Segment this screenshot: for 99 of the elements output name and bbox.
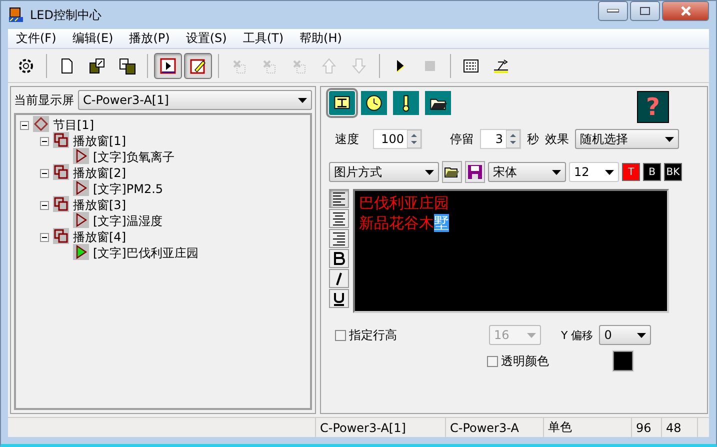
minimize-icon: [607, 9, 619, 13]
window-title: LED控制中心: [30, 6, 102, 24]
maximize-icon: [640, 7, 650, 15]
window-icon: [53, 228, 69, 244]
status-text: C-Power3-A[1]: [316, 418, 446, 437]
play-window-icon: [159, 56, 177, 74]
tree-item[interactable]: [文字]巴伐利亚庄园: [93, 244, 198, 262]
collapse-icon[interactable]: [40, 232, 49, 242]
speed-spinner[interactable]: 100: [373, 129, 422, 149]
up-arrow-icon: [320, 56, 338, 74]
speed-label: 速度: [335, 130, 359, 148]
down-arrow-icon: [350, 56, 368, 74]
italic-button[interactable]: [329, 269, 349, 288]
send-icon: [492, 56, 510, 74]
dropdown-arrow-icon: [605, 170, 614, 174]
stay-label: 停留: [450, 130, 474, 148]
screen-label: 当前显示屏: [14, 92, 74, 108]
color-button[interactable]: B: [643, 163, 661, 181]
screen-dropdown[interactable]: C-Power3-A[1]: [78, 90, 312, 110]
folder-icon: [444, 165, 460, 179]
menu-item[interactable]: 编辑(E): [64, 30, 122, 47]
play-icon: [73, 212, 89, 228]
menu-item[interactable]: 帮助(H): [292, 30, 350, 47]
align-left-button[interactable]: [329, 189, 349, 208]
collapse-icon[interactable]: [20, 120, 29, 130]
align-center-button[interactable]: [329, 209, 349, 228]
folder-tab[interactable]: [425, 91, 451, 115]
transparent-color-checkbox[interactable]: 透明颜色: [487, 352, 549, 370]
window-icon: [53, 196, 69, 212]
tree-item[interactable]: 播放窗[3]: [73, 196, 126, 214]
bold-button[interactable]: [329, 249, 349, 268]
tree-item[interactable]: 播放窗[4]: [73, 228, 126, 246]
play-icon: [73, 148, 89, 164]
clock-tab[interactable]: [361, 91, 387, 115]
seconds-label: 秒: [527, 130, 539, 148]
settings-icon: [17, 56, 35, 74]
mode-dropdown[interactable]: 图片方式: [329, 162, 439, 182]
stay-spinner[interactable]: 3: [480, 129, 521, 149]
align-left-icon: [331, 190, 347, 208]
edit-toolbar-button[interactable]: [184, 52, 212, 78]
align-right-button[interactable]: [329, 229, 349, 248]
align-right-icon: [331, 230, 347, 248]
maximize-button[interactable]: [630, 1, 660, 21]
clock-icon: [364, 93, 384, 113]
y-offset-dropdown[interactable]: 0: [599, 325, 652, 345]
tree-item[interactable]: [文字]温湿度: [93, 212, 162, 230]
save-button[interactable]: [465, 161, 485, 183]
dropdown-arrow-icon: [527, 332, 536, 338]
spinner-arrows-icon[interactable]: [506, 130, 520, 148]
menu-item[interactable]: 播放(P): [121, 30, 178, 47]
status-text: C-Power3-A: [446, 418, 544, 437]
play-icon: [73, 244, 89, 260]
help-button[interactable]: ?: [637, 91, 669, 123]
status-text: 48: [662, 418, 698, 437]
underline-button[interactable]: [329, 289, 349, 308]
color-swatch[interactable]: [613, 351, 633, 371]
collapse-icon[interactable]: [40, 200, 49, 210]
align-center-icon: [331, 210, 347, 228]
minimize-button[interactable]: [598, 1, 628, 21]
play-window-toolbar-button[interactable]: [154, 52, 182, 78]
color-button[interactable]: T: [622, 163, 640, 181]
diamond-icon: [33, 116, 49, 132]
spinner-arrows-icon[interactable]: [407, 130, 421, 148]
collapse-icon[interactable]: [40, 168, 49, 178]
tree-item[interactable]: [文字]PM2.5: [93, 180, 164, 198]
dropdown-arrow-icon: [552, 170, 561, 174]
dropdown-arrow-icon: [665, 136, 674, 142]
y-offset-label: Y 偏移: [561, 328, 594, 342]
window-icon: [53, 132, 69, 148]
text-tab[interactable]: [329, 91, 355, 115]
dropdown-arrow-icon: [637, 332, 646, 338]
app-logo-icon: [8, 7, 24, 23]
text-editor[interactable]: 巴伐利亚庄园 新品花谷木墅: [353, 189, 669, 313]
play-icon: [73, 180, 89, 196]
open-folder-button[interactable]: [442, 161, 462, 183]
bold-icon: [331, 250, 347, 268]
color-button[interactable]: BK: [664, 163, 682, 181]
collapse-icon[interactable]: [40, 136, 49, 146]
font-size-dropdown[interactable]: 12: [569, 162, 619, 182]
effect-dropdown[interactable]: 随机选择: [575, 129, 679, 149]
pencil-icon: [189, 56, 207, 74]
status-text: 单色: [544, 418, 632, 437]
close-button[interactable]: [662, 1, 709, 21]
menu-item[interactable]: 设置(S): [178, 30, 235, 47]
effect-label: 效果: [545, 130, 569, 148]
menu-item[interactable]: 工具(T): [234, 30, 292, 47]
window-icon: [53, 164, 69, 180]
dropdown-arrow-icon: [298, 98, 307, 102]
tree-item[interactable]: [文字]负氧离子: [93, 148, 174, 166]
status-text: 96: [632, 418, 662, 437]
dropdown-arrow-icon: [425, 170, 434, 174]
tree-item[interactable]: 播放窗[2]: [73, 164, 126, 182]
panel-icon: [462, 56, 480, 74]
font-dropdown[interactable]: 宋体: [488, 162, 566, 182]
close-icon: [680, 6, 692, 16]
tree-item[interactable]: 播放窗[1]: [73, 132, 126, 150]
menu-item[interactable]: 文件(F): [8, 30, 64, 47]
tree-item[interactable]: 节目[1]: [53, 116, 94, 134]
thermometer-tab[interactable]: [393, 91, 419, 115]
